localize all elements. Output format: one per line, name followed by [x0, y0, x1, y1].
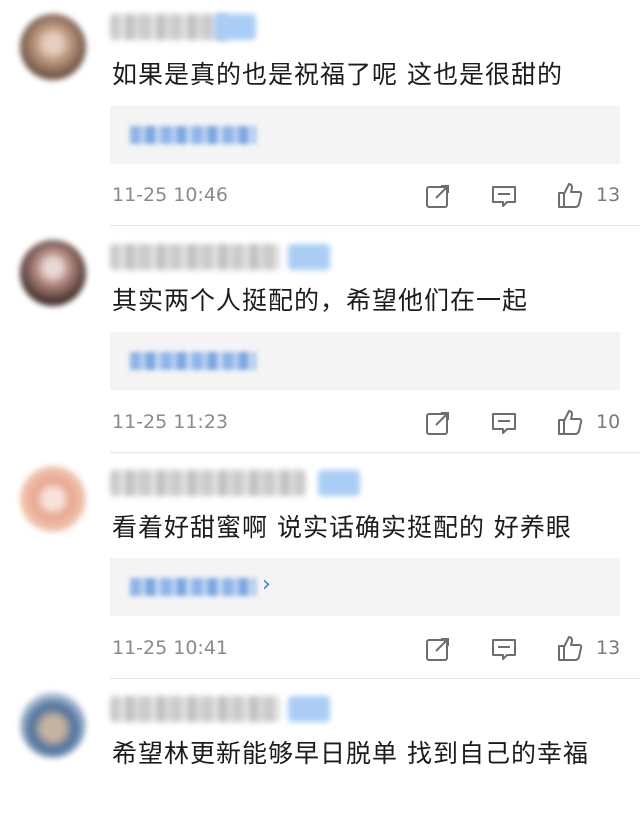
- like-count: 13: [596, 637, 621, 659]
- reply-preview[interactable]: [110, 106, 620, 164]
- thumbs-up-icon[interactable]: [556, 181, 584, 209]
- comment-text: 如果是真的也是祝福了呢 这也是很甜的: [112, 60, 563, 89]
- thumbs-up-icon[interactable]: [556, 634, 584, 662]
- username[interactable]: [110, 470, 306, 496]
- reply-preview-text: [130, 126, 256, 144]
- reply-preview-text: [130, 578, 256, 596]
- user-badge: [214, 14, 256, 40]
- comment-item: 如果是真的也是祝福了呢 这也是很甜的 11-25 10:46 13: [0, 0, 640, 226]
- share-icon[interactable]: [424, 635, 452, 663]
- timestamp: 11-25 11:23: [112, 411, 229, 433]
- comment-icon[interactable]: [490, 182, 518, 210]
- chevron-right-icon[interactable]: ›: [262, 572, 271, 597]
- timestamp: 11-25 10:41: [112, 637, 229, 659]
- reply-preview[interactable]: ›: [110, 558, 620, 616]
- avatar[interactable]: [20, 240, 86, 306]
- avatar[interactable]: [20, 466, 86, 532]
- avatar[interactable]: [20, 14, 86, 80]
- thumbs-up-icon[interactable]: [556, 408, 584, 436]
- comment-icon[interactable]: [490, 635, 518, 663]
- comment-text: 看着好甜蜜啊 说实话确实挺配的 好养眼: [112, 513, 572, 542]
- divider: [110, 452, 640, 453]
- username[interactable]: [110, 244, 280, 270]
- divider: [110, 678, 640, 679]
- user-badge: [288, 696, 330, 722]
- like-count: 13: [596, 184, 621, 206]
- user-badge: [288, 244, 330, 270]
- comment-icon[interactable]: [490, 409, 518, 437]
- username[interactable]: [110, 696, 280, 722]
- like-count: 10: [596, 411, 621, 433]
- share-icon[interactable]: [424, 409, 452, 437]
- username[interactable]: [110, 14, 228, 40]
- comment-text: 其实两个人挺配的，希望他们在一起: [112, 286, 529, 315]
- user-badge: [318, 470, 360, 496]
- reply-preview-text: [130, 352, 256, 370]
- timestamp: 11-25 10:46: [112, 184, 229, 206]
- comment-text: 希望林更新能够早日脱单 找到自己的幸福: [112, 739, 589, 768]
- divider: [110, 225, 640, 226]
- reply-preview[interactable]: [110, 332, 620, 390]
- share-icon[interactable]: [424, 182, 452, 210]
- avatar[interactable]: [20, 692, 86, 758]
